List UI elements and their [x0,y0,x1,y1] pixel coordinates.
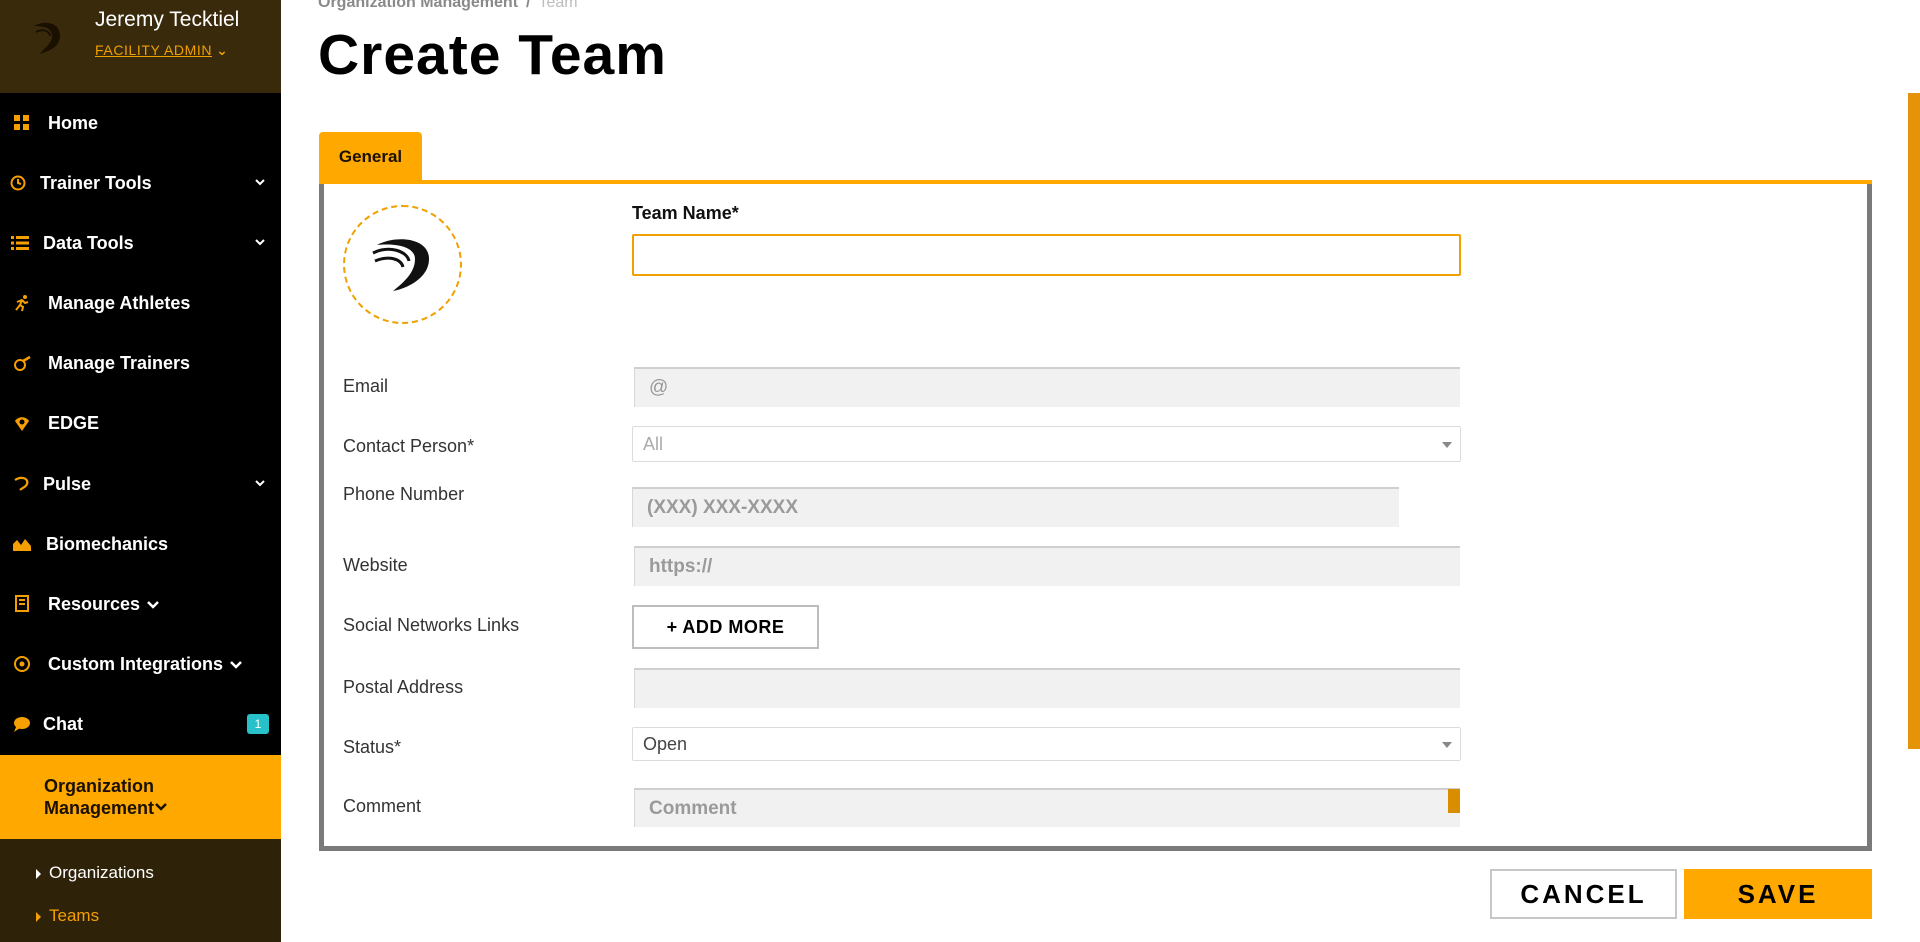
team-name-label: Team Name* [632,203,739,223]
website-field[interactable]: https:// [634,546,1460,586]
social-links-label: Social Networks Links [343,615,520,635]
sidebar-item-label: Biomechanics [46,533,169,554]
chevron-down-icon [155,803,167,811]
email-field[interactable]: @ [634,367,1460,407]
sidebar-item-label: Data Tools [43,232,134,253]
team-avatar-upload[interactable] [343,205,462,324]
tab-general[interactable]: General [319,132,422,182]
caret-right-icon [36,868,41,879]
sidebar-item-label: Manage Trainers [48,352,191,373]
resources-label: Resources [48,593,141,614]
phone-label: Phone Number [343,484,465,504]
pulse-icon [12,474,32,494]
sidebar-item-home[interactable]: Home [0,99,281,147]
subnav-label: Teams [49,906,100,925]
breadcrumb-current: Team [538,0,578,11]
postal-address-field[interactable] [634,668,1460,708]
subnav: Organizations Teams [0,839,281,942]
page-title: Create Team [318,23,667,87]
chevron-down-icon [230,660,242,669]
subnav-item-organizations[interactable]: Organizations [36,863,154,883]
caret-down-icon [1442,742,1452,748]
contact-person-select[interactable]: All [632,426,1461,462]
sidebar-item-label: Trainer Tools [40,172,152,193]
sidebar-item-label: Chat [43,713,83,734]
user-name: Jeremy Tecktiel [95,8,240,31]
sidebar-item-trainer-tools[interactable]: Trainer Tools [0,159,281,207]
chevron-down-icon [255,179,265,186]
sidebar-item-manage-athletes[interactable]: Manage Athletes [0,279,281,327]
target-icon [12,654,32,674]
area-chart-icon [12,534,32,554]
chevron-down-icon [255,239,265,246]
org-label-line2: Management [44,797,168,819]
book-icon [12,594,32,614]
cancel-button[interactable]: CANCEL [1490,869,1677,919]
clock-icon [8,173,28,193]
comment-label: Comment [343,796,422,816]
org-label-line2-text: Management [44,798,155,818]
email-label: Email [343,376,389,396]
sidebar-item-biomechanics[interactable]: Biomechanics [0,520,281,568]
chevron-down-icon [147,600,159,609]
sidebar-item-data-tools[interactable]: Data Tools [0,219,281,267]
edge-icon [12,413,32,433]
sidebar-item-label: Manage Athletes [48,292,191,313]
scrollbar-thumb[interactable] [1908,93,1920,749]
caret-right-icon [36,911,41,922]
user-block: Jeremy Tecktiel FACILITY ADMIN ⌄ [0,0,281,93]
custom-integrations-label: Custom Integrations [48,653,224,674]
sidebar-item-label: Custom Integrations [48,654,243,675]
sidebar-item-label: Pulse [43,473,92,494]
status-select[interactable]: Open [632,727,1461,761]
postal-address-label: Postal Address [343,677,464,697]
org-label-line1: Organization [44,776,155,796]
comment-textarea[interactable]: Comment [634,788,1460,827]
sidebar-item-manage-trainers[interactable]: Manage Trainers [0,339,281,387]
sidebar-item-edge[interactable]: EDGE [0,399,281,447]
chevron-down-icon: ⌄ [216,42,229,58]
save-button[interactable]: SAVE [1684,869,1872,919]
status-label: Status* [343,737,402,757]
role-label: FACILITY ADMIN [95,42,213,58]
add-more-button[interactable]: + ADD MORE [632,605,819,649]
sidebar-item-custom-integrations[interactable]: Custom Integrations [0,640,281,688]
subnav-label: Organizations [49,863,154,882]
chevron-down-icon [255,480,265,487]
role-dropdown[interactable]: FACILITY ADMIN ⌄ [95,42,228,59]
breadcrumb-parent[interactable]: Organization Management [318,0,518,11]
list-icon [10,233,30,253]
sidebar-item-label: Resources [48,594,160,615]
phone-field[interactable]: (XXX) XXX-XXXX [632,487,1399,527]
breadcrumb: Organization Management / Team [318,0,578,12]
resize-handle[interactable] [1448,789,1460,813]
sidebar-item-pulse[interactable]: Pulse [0,460,281,508]
sidebar-item-label: Home [48,112,99,133]
team-name-input[interactable] [632,234,1461,276]
sidebar: Jeremy Tecktiel FACILITY ADMIN ⌄ Home Tra… [0,0,281,942]
breadcrumb-separator: / [526,0,531,11]
grid-icon [12,113,32,133]
whistle-icon [12,353,32,373]
sidebar-item-label: Organization Management [44,775,168,819]
caret-down-icon [1442,442,1452,448]
website-label: Website [343,555,408,575]
brand-logo-icon [371,238,429,291]
subnav-item-teams[interactable]: Teams [36,906,99,926]
sidebar-item-resources[interactable]: Resources [0,580,281,628]
contact-person-value: All [643,433,664,454]
status-value: Open [643,733,688,754]
sidebar-item-label: EDGE [48,412,100,433]
chat-bubble-icon [12,714,32,734]
unread-badge: 1 [247,714,269,734]
runner-icon [12,293,32,313]
brand-logo-icon [34,22,60,54]
sidebar-item-organization-management[interactable]: Organization Management [0,755,281,839]
contact-person-label: Contact Person* [343,436,475,456]
sidebar-item-chat[interactable]: Chat 1 [0,700,281,748]
